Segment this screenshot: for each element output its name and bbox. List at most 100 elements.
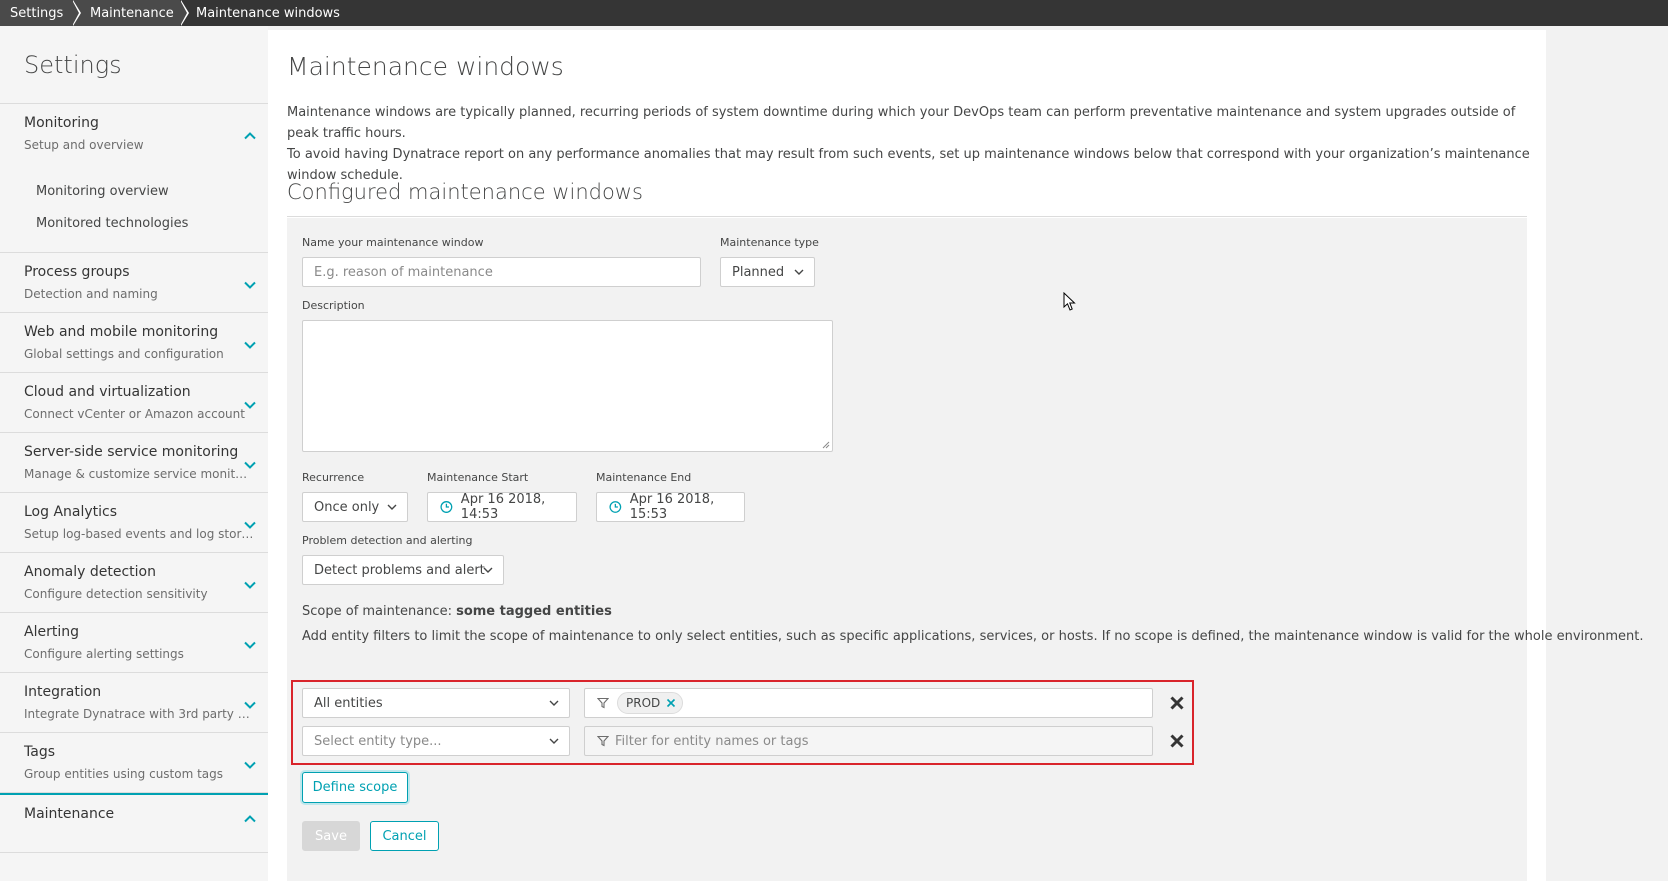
intro-text: Maintenance windows are typically planne… — [287, 102, 1537, 186]
clock-icon — [440, 501, 453, 513]
recurrence-select[interactable]: Once only — [302, 492, 408, 522]
maintenance-end-label: Maintenance End — [596, 471, 692, 484]
sidebar-item-integration[interactable]: Integration Integrate Dynatrace with 3rd… — [0, 673, 268, 733]
name-placeholder: E.g. reason of maintenance — [314, 264, 493, 280]
sidebar-item-tags[interactable]: Tags Group entities using custom tags — [0, 733, 268, 793]
maintenance-type-select[interactable]: Planned — [720, 257, 815, 287]
sidebar-item-description: Setup and overview — [24, 138, 144, 152]
breadcrumb-maintenance[interactable]: Maintenance — [72, 0, 189, 26]
chevron-down-icon[interactable] — [244, 639, 256, 651]
description-textarea[interactable] — [302, 320, 833, 452]
sidebar-title: Settings — [0, 26, 268, 104]
recurrence-value: Once only — [314, 499, 380, 515]
sidebar-item-description: Configure detection sensitivity — [24, 587, 208, 601]
problem-detection-select[interactable]: Detect problems and alert — [302, 555, 504, 585]
save-button[interactable]: Save — [302, 821, 360, 851]
chevron-down-icon — [387, 504, 397, 510]
sidebar-item-monitoring[interactable]: Monitoring Setup and overview — [0, 104, 268, 166]
sidebar-item-server-side[interactable]: Server-side service monitoring Manage & … — [0, 433, 268, 493]
chevron-down-icon[interactable] — [244, 459, 256, 471]
chevron-down-icon — [549, 700, 559, 706]
chevron-up-icon[interactable] — [244, 130, 256, 142]
sidebar-item-label: Tags — [24, 744, 55, 760]
entity-filter-input[interactable]: PROD — [584, 688, 1153, 718]
chevron-down-icon — [794, 269, 804, 275]
sidebar-item-label: Maintenance — [24, 806, 115, 822]
sidebar-item-label: Alerting — [24, 624, 79, 640]
entity-type-select-empty[interactable]: Select entity type... — [302, 726, 570, 756]
sidebar-subitem-monitoring-overview[interactable]: Monitoring overview — [36, 176, 268, 208]
cancel-button[interactable]: Cancel — [370, 821, 439, 851]
filter-tag-label: PROD — [626, 696, 661, 710]
maintenance-start-label: Maintenance Start — [427, 471, 529, 484]
sidebar-item-maintenance[interactable]: Maintenance — [0, 793, 268, 853]
problem-detection-value: Detect problems and alert — [314, 562, 485, 578]
sidebar-item-process-groups[interactable]: Process groups Detection and naming — [0, 253, 268, 313]
chevron-up-icon[interactable] — [244, 813, 256, 825]
scope-help-text: Add entity filters to limit the scope of… — [302, 629, 1644, 644]
sidebar-item-description: Configure alerting settings — [24, 647, 184, 661]
sidebar-item-description: Integrate Dynatrace with 3rd party syste… — [24, 707, 254, 721]
chevron-down-icon — [549, 738, 559, 744]
define-scope-button[interactable]: Define scope — [302, 772, 408, 803]
sidebar-subitem-monitored-technologies[interactable]: Monitored technologies — [36, 208, 268, 240]
breadcrumb-label: Maintenance windows — [196, 5, 340, 21]
recurrence-label: Recurrence — [302, 471, 365, 484]
entity-type-value: All entities — [314, 695, 383, 711]
chevron-down-icon[interactable] — [244, 399, 256, 411]
entity-type-placeholder: Select entity type... — [314, 733, 442, 749]
section-divider — [287, 216, 1527, 217]
sidebar-item-log-analytics[interactable]: Log Analytics Setup log-based events and… — [0, 493, 268, 553]
entity-type-select[interactable]: All entities — [302, 688, 570, 718]
remove-row-icon[interactable] — [1169, 695, 1185, 711]
mouse-cursor-icon — [1063, 292, 1076, 311]
main-panel: Maintenance windows Maintenance windows … — [268, 30, 1644, 881]
remove-row-icon[interactable] — [1169, 733, 1185, 749]
sidebar-item-description: Global settings and configuration — [24, 347, 224, 361]
chevron-down-icon[interactable] — [244, 579, 256, 591]
clock-icon — [609, 501, 622, 513]
sidebar-item-label: Log Analytics — [24, 504, 118, 520]
sidebar-item-label: Web and mobile monitoring — [24, 324, 219, 340]
sidebar-item-label: Integration — [24, 684, 102, 700]
chevron-down-icon[interactable] — [244, 279, 256, 291]
remove-tag-icon[interactable] — [666, 698, 676, 708]
chevron-down-icon[interactable] — [244, 759, 256, 771]
chevron-down-icon[interactable] — [244, 339, 256, 351]
breadcrumb-label: Maintenance — [90, 5, 174, 21]
monitoring-submenu: Monitoring overview Monitored technologi… — [0, 166, 268, 253]
entity-filter-input-empty[interactable]: Filter for entity names or tags — [584, 726, 1153, 756]
resize-handle-icon[interactable] — [822, 441, 830, 449]
sidebar-item-description: Detection and naming — [24, 287, 158, 301]
breadcrumb: Settings Maintenance Maintenance windows — [0, 0, 1668, 26]
problem-detection-label: Problem detection and alerting — [302, 534, 473, 547]
sidebar-item-label: Monitoring — [24, 115, 99, 131]
sidebar-item-label: Cloud and virtualization — [24, 384, 191, 400]
sidebar-item-description: Group entities using custom tags — [24, 767, 224, 781]
entity-filter-placeholder: Filter for entity names or tags — [615, 733, 809, 749]
breadcrumb-settings[interactable]: Settings — [0, 0, 81, 26]
maintenance-start-value: Apr 16 2018, 14:53 — [460, 492, 546, 522]
sidebar-item-label: Anomaly detection — [24, 564, 156, 580]
sidebar-item-cloud[interactable]: Cloud and virtualization Connect vCenter… — [0, 373, 268, 433]
maintenance-start-picker[interactable]: Apr 16 2018, 14:53 — [427, 492, 577, 522]
sidebar-item-description: Connect vCenter or Amazon account — [24, 407, 245, 421]
breadcrumb-maintenance-windows: Maintenance windows — [180, 0, 350, 26]
name-label: Name your maintenance window — [302, 236, 484, 249]
intro-line-1: Maintenance windows are typically planne… — [287, 105, 1516, 141]
sidebar-item-alerting[interactable]: Alerting Configure alerting settings — [0, 613, 268, 673]
filter-icon — [597, 697, 609, 709]
breadcrumb-label: Settings — [10, 5, 64, 21]
scope-value: some tagged entities — [456, 604, 612, 619]
sidebar-item-web-mobile[interactable]: Web and mobile monitoring Global setting… — [0, 313, 268, 373]
sidebar-item-anomaly-detection[interactable]: Anomaly detection Configure detection se… — [0, 553, 268, 613]
sidebar-item-label: Server-side service monitoring — [24, 444, 239, 460]
sidebar-item-description: Setup log-based events and log storage — [24, 527, 254, 541]
sidebar: Settings Monitoring Setup and overview M… — [0, 26, 268, 881]
chevron-down-icon[interactable] — [244, 699, 256, 711]
maintenance-end-picker[interactable]: Apr 16 2018, 15:53 — [596, 492, 745, 522]
maintenance-end-value: Apr 16 2018, 15:53 — [629, 492, 715, 522]
chevron-down-icon[interactable] — [244, 519, 256, 531]
scope-heading: Scope of maintenance: some tagged entiti… — [302, 604, 612, 619]
name-input[interactable]: E.g. reason of maintenance — [302, 257, 701, 287]
